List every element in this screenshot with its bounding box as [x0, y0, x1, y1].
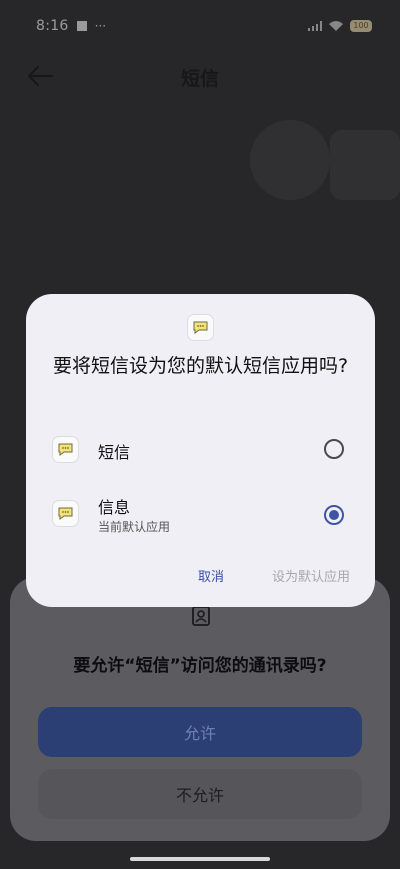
option-name: 短信 — [98, 443, 131, 462]
cancel-button[interactable]: 取消 — [198, 566, 224, 585]
dialog-title: 要将短信设为您的默认短信应用吗? — [52, 355, 349, 377]
set-default-button[interactable]: 设为默认应用 — [272, 566, 350, 585]
deny-button[interactable]: 不允许 — [38, 769, 362, 819]
sms-app-icon — [187, 314, 214, 341]
default-sms-dialog: 要将短信设为您的默认短信应用吗? 短信 信息 当前默认应用 取消 设为默认应用 — [26, 294, 375, 607]
permission-title: 要允许“短信”访问您的通讯录吗? — [73, 656, 327, 676]
radio-selected[interactable] — [324, 505, 344, 525]
radio-unselected[interactable] — [324, 439, 344, 459]
home-indicator[interactable] — [130, 857, 270, 861]
option-subtitle: 当前默认应用 — [98, 520, 171, 534]
option-sms[interactable]: 短信 — [26, 420, 375, 478]
messages-app-icon — [52, 500, 79, 527]
contacts-permission-sheet: 要允许“短信”访问您的通讯录吗? 允许 不允许 — [10, 577, 390, 841]
allow-button[interactable]: 允许 — [38, 707, 362, 757]
option-messages[interactable]: 信息 当前默认应用 — [26, 486, 375, 544]
contacts-icon — [192, 606, 210, 626]
sms-app-icon — [52, 436, 79, 463]
option-name: 信息 — [98, 498, 131, 517]
